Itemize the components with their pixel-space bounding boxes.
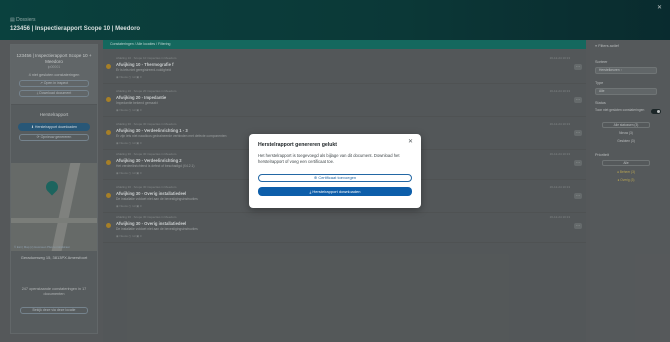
close-icon[interactable]: ✕ [408,138,413,145]
download-herstelrapport-button[interactable]: ⤓ Herstelrapport downloaden [258,187,412,196]
success-dialog: Herstelrapport genereren gelukt ✕ Het he… [249,134,421,208]
add-certificate-button[interactable]: ⊕ Certificaat toevoegen [258,174,412,182]
dialog-message: Het herstelrapport is toegevoegd als bij… [258,153,400,164]
dialog-title: Herstelrapport genereren gelukt [258,142,337,148]
